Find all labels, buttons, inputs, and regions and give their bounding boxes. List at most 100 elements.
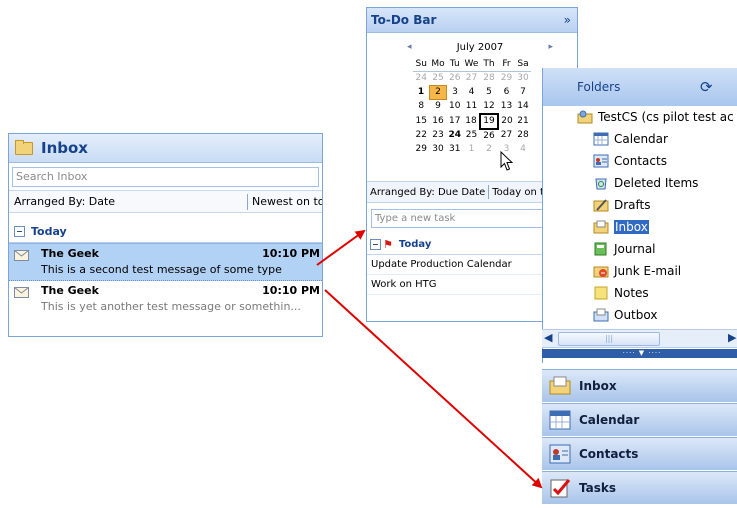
contacts-icon [593, 154, 609, 168]
calendar-day[interactable]: 27 [463, 72, 480, 86]
group-header-today[interactable]: Today [9, 220, 322, 243]
task-group-label: Today [398, 238, 432, 250]
calendar-day-selected[interactable]: 2 [429, 85, 447, 100]
weekday-label: We [463, 58, 480, 72]
calendar-day[interactable]: 6 [498, 86, 515, 100]
mailbox-icon [577, 110, 593, 124]
calendar-day[interactable]: 24 [447, 129, 464, 143]
arrangement-bar: Arranged By: Date Newest on top [9, 190, 322, 213]
junk-email-icon [593, 264, 609, 278]
calendar-day[interactable]: 29 [498, 72, 515, 86]
month-header: ◂ July 2007 ▸ [407, 42, 553, 56]
inbox-panel: Inbox Search Inbox Arranged By: Date New… [8, 133, 323, 337]
minimize-chevron-icon[interactable]: » [564, 13, 571, 27]
calendar-day[interactable]: 24 [413, 72, 430, 86]
calendar-day[interactable]: 13 [498, 100, 515, 114]
folder-junk-email[interactable]: Junk E-mail [593, 261, 681, 281]
calendar-icon [593, 132, 609, 146]
calendar-day[interactable]: 27 [498, 129, 515, 143]
calendar-day[interactable]: 31 [447, 143, 464, 156]
folder-drafts[interactable]: Drafts [593, 195, 651, 215]
calendar-day[interactable]: 30 [515, 72, 531, 86]
folder-notes[interactable]: Notes [593, 283, 649, 303]
collapse-icon[interactable] [370, 238, 381, 250]
mail-icon [548, 375, 572, 397]
trash-icon [593, 176, 609, 190]
nav-button-tasks[interactable]: Tasks [542, 471, 737, 504]
contacts-icon [548, 443, 572, 465]
calendar-day[interactable]: 15 [413, 114, 430, 129]
collapse-icon[interactable] [14, 225, 25, 237]
folder-contacts[interactable]: Contacts [593, 151, 667, 171]
calendar-day[interactable]: 5 [480, 86, 498, 100]
column-separator [488, 185, 490, 199]
message-subject: This is yet another test message or some… [41, 300, 301, 313]
message-row[interactable]: The Geek 10:10 PM This is a second test … [9, 243, 322, 281]
calendar-day[interactable]: 8 [413, 100, 430, 114]
calendar-day[interactable]: 7 [515, 86, 531, 100]
column-separator [247, 193, 248, 210]
sort-order-button[interactable]: Newest on top [252, 195, 322, 208]
outbox-icon [593, 308, 609, 322]
search-input[interactable]: Search Inbox [12, 167, 319, 187]
calendar-day[interactable]: 20 [498, 114, 515, 129]
message-subject: This is a second test message of some ty… [41, 263, 282, 276]
horizontal-scrollbar[interactable]: ◀ ||| ▶ [542, 329, 737, 348]
refresh-icon[interactable]: ⟳ [700, 78, 713, 96]
calendar-day[interactable]: 18 [463, 114, 480, 129]
message-time: 10:10 PM [262, 284, 320, 297]
journal-icon [593, 242, 609, 256]
task-name: Update Production Calendar [371, 259, 512, 270]
calendar-day[interactable]: 11 [463, 100, 480, 114]
calendar-day[interactable]: 21 [515, 114, 531, 129]
calendar-day[interactable]: 14 [515, 100, 531, 114]
month-label: July 2007 [456, 42, 504, 53]
nav-button-contacts[interactable]: Contacts [542, 437, 737, 470]
calendar-day[interactable]: 4 [463, 86, 480, 100]
calendar-day[interactable]: 2 [480, 143, 498, 156]
next-month-icon[interactable]: ▸ [548, 42, 553, 52]
nav-button-inbox[interactable]: Inbox [542, 369, 737, 402]
folder-calendar[interactable]: Calendar [593, 129, 668, 149]
folder-outbox[interactable]: Outbox [593, 305, 657, 325]
scroll-right-icon[interactable]: ▶ [728, 331, 736, 344]
calendar-day[interactable]: 26 [447, 72, 464, 86]
todo-bar-header: To-Do Bar » [367, 8, 577, 33]
group-label: Today [31, 224, 67, 238]
folder-mailbox[interactable]: TestCS (cs pilot test ac [577, 107, 734, 127]
scroll-left-icon[interactable]: ◀ [544, 331, 552, 344]
calendar-day[interactable]: 10 [447, 100, 464, 114]
calendar-day[interactable]: 3 [447, 86, 464, 100]
calendar-day[interactable]: 9 [430, 100, 447, 114]
calendar-day[interactable]: 25 [430, 72, 447, 86]
flag-icon: ⚑ [383, 237, 393, 251]
calendar-day[interactable]: 26 [480, 129, 498, 143]
weekday-label: Sa [515, 58, 531, 72]
calendar-day[interactable]: 22 [413, 129, 430, 143]
nav-button-calendar[interactable]: Calendar [542, 403, 737, 436]
calendar-day[interactable]: 17 [447, 114, 464, 129]
folder-deleted-items[interactable]: Deleted Items [593, 173, 698, 193]
calendar-day-today[interactable]: 19 [479, 112, 499, 130]
calendar-day[interactable]: 30 [430, 143, 447, 156]
calendar-day[interactable]: 16 [430, 114, 447, 129]
calendar-day[interactable]: 1 [463, 143, 480, 156]
tasks-icon [548, 477, 572, 499]
task-name: Work on HTG [371, 279, 437, 290]
calendar-day[interactable]: 1 [413, 86, 430, 100]
folder-inbox[interactable]: Inbox [593, 217, 649, 237]
calendar-day[interactable]: 28 [480, 72, 498, 86]
folder-journal[interactable]: Journal [593, 239, 656, 259]
pane-splitter[interactable]: ···· ▼ ···· [542, 349, 737, 358]
task-arranged-by-button[interactable]: Arranged By: Due Date [370, 187, 485, 198]
calendar-day[interactable]: 12 [480, 100, 498, 114]
calendar-day[interactable]: 4 [515, 143, 531, 156]
calendar-day[interactable]: 25 [463, 129, 480, 143]
calendar-day[interactable]: 28 [515, 129, 531, 143]
inbox-icon [593, 220, 609, 234]
arranged-by-button[interactable]: Arranged By: Date [9, 195, 247, 208]
calendar-day[interactable]: 23 [430, 129, 447, 143]
scrollbar-thumb[interactable]: ||| [558, 332, 660, 346]
message-row[interactable]: The Geek 10:10 PM This is yet another te… [9, 281, 322, 317]
calendar-day[interactable]: 29 [413, 143, 430, 156]
